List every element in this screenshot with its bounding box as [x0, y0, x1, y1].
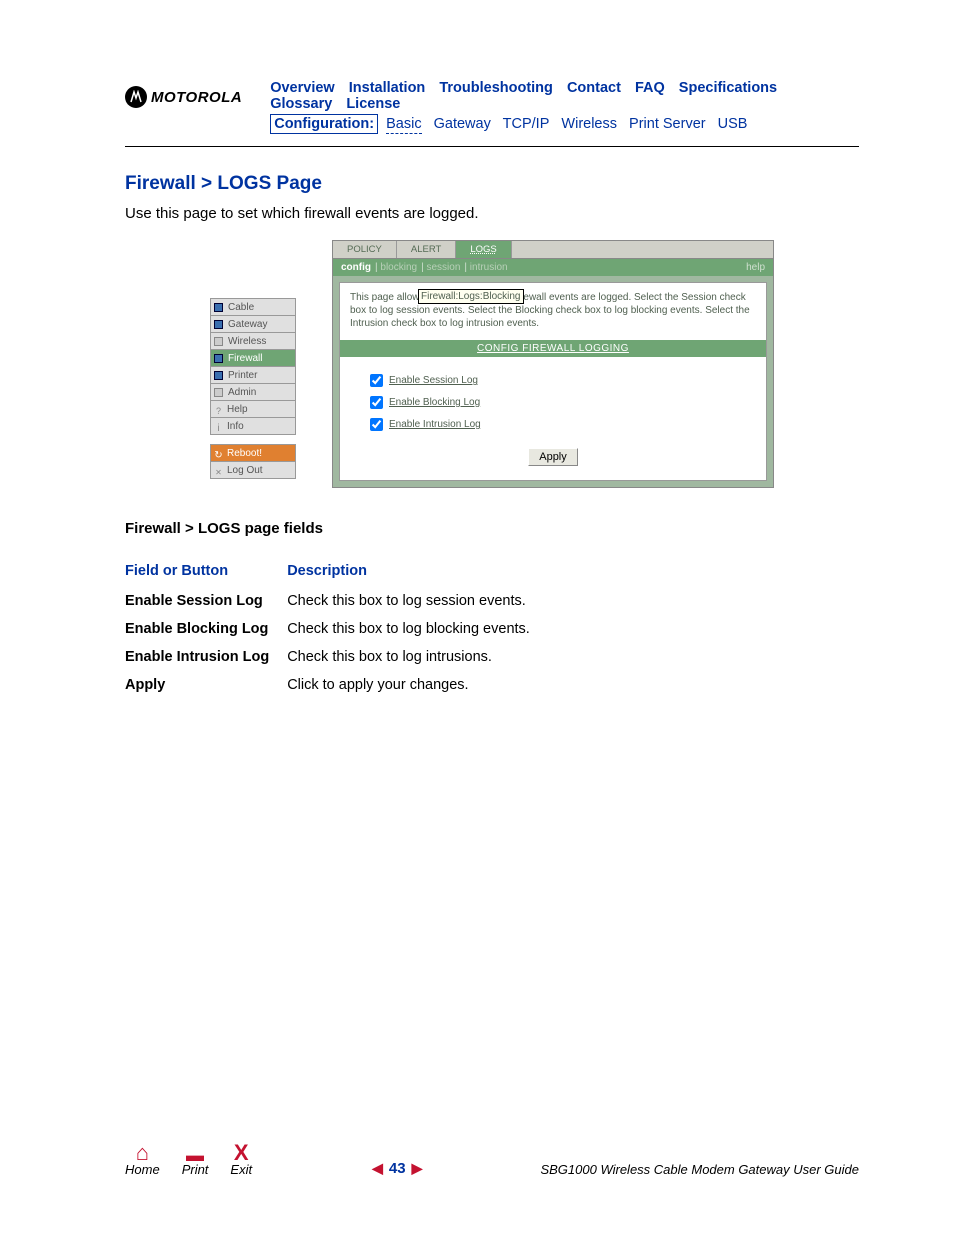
check-session: Enable Session Log — [366, 371, 756, 390]
help-link[interactable]: help — [746, 262, 765, 273]
exit-icon: X — [230, 1142, 252, 1164]
sidebar-item-wireless[interactable]: Wireless — [210, 332, 296, 350]
check-blocking-label[interactable]: Enable Blocking Log — [389, 397, 480, 408]
sidebar-item-gateway[interactable]: Gateway — [210, 315, 296, 333]
nav-installation[interactable]: Installation — [349, 80, 426, 96]
exit-button[interactable]: X Exit — [230, 1142, 252, 1177]
next-page-icon[interactable]: ▶ — [412, 1160, 423, 1177]
page-intro: Use this page to set which firewall even… — [125, 205, 859, 222]
checkbox-intrusion[interactable] — [370, 418, 383, 431]
table-row: ApplyClick to apply your changes. — [125, 677, 548, 705]
tab-row: POLICY ALERT LOGS — [333, 241, 773, 259]
content-pane: POLICY ALERT LOGS config| blocking| sess… — [332, 240, 774, 488]
sidebar-logout[interactable]: Log Out — [210, 461, 296, 479]
subnav-printserver[interactable]: Print Server — [629, 116, 706, 132]
apply-button[interactable]: Apply — [528, 448, 578, 466]
tab-alert[interactable]: ALERT — [397, 241, 456, 258]
nav-glossary[interactable]: Glossary — [270, 96, 332, 112]
table-row: Enable Session LogCheck this box to log … — [125, 593, 548, 621]
tab-policy[interactable]: POLICY — [333, 241, 397, 258]
config-label: Configuration: — [270, 114, 378, 134]
th-field: Field or Button — [125, 563, 287, 593]
table-row: Enable Intrusion LogCheck this box to lo… — [125, 649, 548, 677]
sidebar-item-firewall[interactable]: Firewall — [210, 349, 296, 367]
table-row: Enable Blocking LogCheck this box to log… — [125, 621, 548, 649]
pane-description: This page allow Firewall:Logs:Blocking x… — [350, 291, 756, 330]
home-button[interactable]: ⌂ Home — [125, 1142, 160, 1177]
brand-text: MOTOROLA — [151, 89, 242, 106]
config-banner: CONFIG FIREWALL LOGGING — [340, 340, 766, 357]
nav-license[interactable]: License — [346, 96, 400, 112]
nav-faq[interactable]: FAQ — [635, 80, 665, 96]
check-blocking: Enable Blocking Log — [366, 393, 756, 412]
subtab-session[interactable]: session — [426, 262, 460, 273]
guide-title: SBG1000 Wireless Cable Modem Gateway Use… — [540, 1162, 859, 1177]
sidebar-item-printer[interactable]: Printer — [210, 366, 296, 384]
sidebar: Cable Gateway Wireless Firewall Printer … — [210, 298, 296, 488]
print-button[interactable]: ▬ Print — [182, 1146, 209, 1177]
fields-title: Firewall > LOGS page fields — [125, 520, 859, 537]
sidebar-item-help[interactable]: Help — [210, 400, 296, 418]
footer: ⌂ Home ▬ Print X Exit ◀ 43 ▶ SBG1000 Wir… — [125, 1142, 859, 1177]
sidebar-item-info[interactable]: Info — [210, 417, 296, 435]
nav-specifications[interactable]: Specifications — [679, 80, 777, 96]
prev-page-icon[interactable]: ◀ — [372, 1160, 383, 1177]
page-title: Firewall > LOGS Page — [125, 173, 859, 195]
fields-table: Field or Button Description Enable Sessi… — [125, 563, 548, 705]
sidebar-item-cable[interactable]: Cable — [210, 298, 296, 316]
check-intrusion: Enable Intrusion Log — [366, 415, 756, 434]
sidebar-reboot[interactable]: Reboot! — [210, 444, 296, 462]
subnav-gateway[interactable]: Gateway — [434, 116, 491, 132]
nav-contact[interactable]: Contact — [567, 80, 621, 96]
checkbox-blocking[interactable] — [370, 396, 383, 409]
check-session-label[interactable]: Enable Session Log — [389, 375, 478, 386]
admin-ui-screenshot: Cable Gateway Wireless Firewall Printer … — [210, 240, 774, 488]
subtab-blocking[interactable]: blocking — [380, 262, 417, 273]
subtab-row: config| blocking| session| intrusion hel… — [333, 259, 773, 276]
pager: ◀ 43 ▶ — [372, 1160, 422, 1177]
subtab-config[interactable]: config — [341, 262, 371, 273]
home-icon: ⌂ — [125, 1142, 160, 1164]
nav-troubleshooting[interactable]: Troubleshooting — [439, 80, 553, 96]
subtab-intrusion[interactable]: intrusion — [470, 262, 508, 273]
sub-nav: Configuration: Basic Gateway TCP/IP Wire… — [270, 116, 859, 132]
nav-overview[interactable]: Overview — [270, 80, 335, 96]
subnav-usb[interactable]: USB — [718, 116, 748, 132]
top-nav: Overview Installation Troubleshooting Co… — [270, 80, 859, 112]
motorola-icon — [125, 86, 147, 108]
subnav-tcpip[interactable]: TCP/IP — [503, 116, 550, 132]
subnav-basic[interactable]: Basic — [386, 116, 421, 134]
header-divider — [125, 146, 859, 147]
subnav-wireless[interactable]: Wireless — [561, 116, 617, 132]
brand-logo: MOTOROLA — [125, 86, 242, 108]
checkbox-session[interactable] — [370, 374, 383, 387]
tooltip: Firewall:Logs:Blocking — [418, 289, 524, 304]
check-intrusion-label[interactable]: Enable Intrusion Log — [389, 419, 481, 430]
th-desc: Description — [287, 563, 548, 593]
page-number: 43 — [389, 1160, 406, 1177]
tab-logs[interactable]: LOGS — [456, 241, 511, 258]
sidebar-item-admin[interactable]: Admin — [210, 383, 296, 401]
